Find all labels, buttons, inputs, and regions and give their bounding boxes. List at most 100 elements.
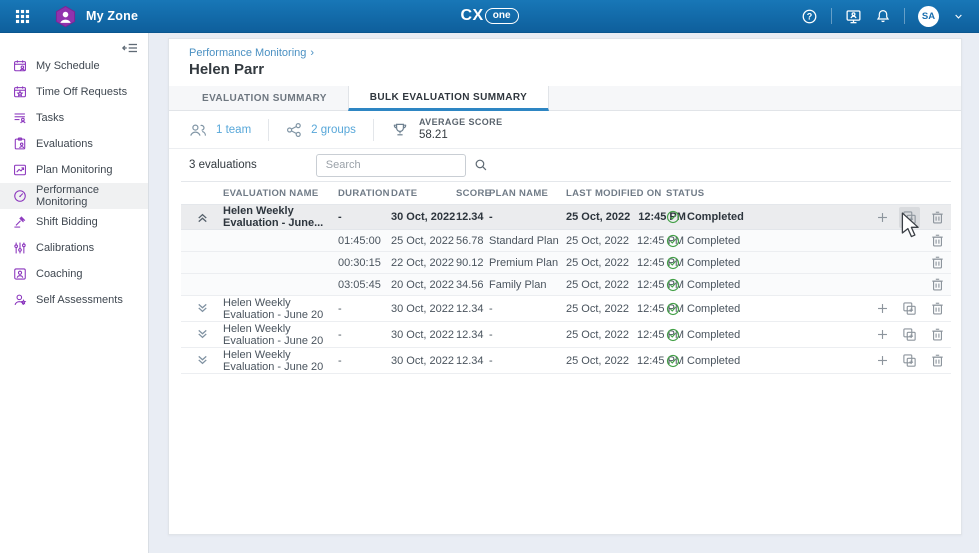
table-toolbar: 3 evaluations [189,149,941,181]
date-cell: 30 Oct, 2022 [391,329,456,341]
sidebar-item-label: Time Off Requests [36,86,127,98]
add-plus-icon[interactable] [876,328,889,341]
tasks-icon [13,111,27,125]
copy-icon[interactable] [899,207,920,228]
score-cell: 12.34 [456,329,489,341]
add-plus-icon[interactable] [876,354,889,367]
score-cell: 12.34 [456,303,489,315]
delete-trash-icon[interactable] [930,301,945,316]
breadcrumb-link[interactable]: Performance Monitoring [189,47,306,59]
delete-trash-icon[interactable] [930,233,945,248]
last-modified-cell: 25 Oct, 202212:45 PM [566,211,666,223]
app-title: My Zone [86,9,138,23]
add-plus-icon[interactable] [876,211,889,224]
delete-trash-icon[interactable] [930,210,945,225]
add-plus-icon[interactable] [876,302,889,315]
column-header-plan-name[interactable]: PLAN NAME [489,188,566,199]
sidebar-item-label: Coaching [36,268,82,280]
table-row[interactable]: 03:05:45 20 Oct, 2022 34.56 Family Plan … [181,274,951,296]
table-row[interactable]: Helen Weekly Evaluation - June 20 - 30 O… [181,296,951,322]
table-row[interactable]: 01:45:00 25 Oct, 2022 56.78 Standard Pla… [181,230,951,252]
duration-cell: - [338,355,391,367]
duration-cell: 00:30:15 [338,257,391,269]
collapse-sidebar-icon[interactable] [119,38,141,58]
main-content-card: Performance Monitoring › Helen Parr EVAL… [168,38,962,535]
table-row[interactable]: Helen Weekly Evaluation - June 20 - 30 O… [181,348,951,374]
notifications-bell-icon[interactable] [875,8,891,24]
trophy-icon [391,121,409,139]
self-assessments-icon [13,293,27,307]
status-cell: Completed [666,210,839,224]
delete-trash-icon[interactable] [930,353,945,368]
my-schedule-icon [13,59,27,73]
last-modified-cell: 25 Oct, 202212:45 PM [566,303,666,315]
status-badge: Completed [687,303,740,315]
table-row[interactable]: 00:30:15 22 Oct, 2022 90.12 Premium Plan… [181,252,951,274]
delete-trash-icon[interactable] [930,327,945,342]
team-people-icon [189,122,207,138]
app-launcher-button[interactable] [0,0,44,32]
score-cell: 12.34 [456,355,489,367]
sidebar-item-plan-monitoring[interactable]: Plan Monitoring [0,157,148,183]
average-score-stat: AVERAGE SCORE 58.21 [391,117,503,143]
status-completed-icon [666,328,680,342]
evaluations-icon [13,137,27,151]
status-cell: Completed [666,234,839,248]
collapse-row-chevrons-icon[interactable] [181,210,223,225]
groups-hierarchy-icon [286,122,302,138]
copy-icon[interactable] [902,353,917,368]
column-header-evaluation-name[interactable]: EVALUATION NAME [223,188,338,199]
sidebar-item-shift-bidding[interactable]: Shift Bidding [0,209,148,235]
status-cell: Completed [666,328,839,342]
delete-trash-icon[interactable] [930,255,945,270]
evaluation-name-cell: Helen Weekly Evaluation - June... [223,205,338,229]
sidebar-item-label: Evaluations [36,138,93,150]
expand-row-chevrons-icon[interactable] [181,301,223,316]
tab-bulk-evaluation-summary[interactable]: BULK EVALUATION SUMMARY [348,86,549,111]
sidebar-item-label: Self Assessments [36,294,123,306]
column-header-score[interactable]: SCORE [456,188,489,199]
last-modified-cell: 25 Oct, 202212:45 PM [566,257,666,269]
status-cell: Completed [666,354,839,368]
screen-share-icon[interactable] [845,8,862,25]
search-input[interactable] [317,159,474,171]
team-link[interactable]: 1 team [189,122,251,138]
sidebar-item-tasks[interactable]: Tasks [0,105,148,131]
date-cell: 30 Oct, 2022 [391,303,456,315]
tab-evaluation-summary[interactable]: EVALUATION SUMMARY [181,86,348,110]
date-cell: 30 Oct, 2022 [391,355,456,367]
avatar-chevron-down-icon[interactable] [952,10,965,23]
table-row[interactable]: Helen Weekly Evaluation - June 20 - 30 O… [181,322,951,348]
groups-link[interactable]: 2 groups [286,122,356,138]
delete-trash-icon[interactable] [930,277,945,292]
search-icon[interactable] [474,158,496,172]
breadcrumb[interactable]: Performance Monitoring › [189,47,314,59]
duration-cell: 03:05:45 [338,279,391,291]
user-avatar[interactable]: SA [918,6,939,27]
sidebar-item-calibrations[interactable]: Calibrations [0,235,148,261]
table-row[interactable]: Helen Weekly Evaluation - June... - 30 O… [181,205,951,230]
sidebar-item-time-off-requests[interactable]: Time Off Requests [0,79,148,105]
column-header-date[interactable]: DATE [391,188,456,199]
duration-cell: - [338,211,391,223]
sidebar-item-self-assessments[interactable]: Self Assessments [0,287,148,313]
column-header-status[interactable]: STATUS [666,188,839,199]
copy-icon[interactable] [902,301,917,316]
sidebar-item-evaluations[interactable]: Evaluations [0,131,148,157]
calibrations-icon [13,241,27,255]
sidebar-item-performance-monitoring[interactable]: Performance Monitoring [0,183,148,209]
help-icon[interactable] [801,8,818,25]
sidebar-item-label: Performance Monitoring [36,184,148,208]
status-completed-icon [666,256,680,270]
sidebar-item-coaching[interactable]: Coaching [0,261,148,287]
evaluations-count: 3 evaluations [189,159,257,171]
myzone-hexagon-icon [54,5,77,28]
copy-icon[interactable] [902,327,917,342]
plan-name-cell: Premium Plan [489,257,566,269]
column-header-last-modified-on[interactable]: LAST MODIFIED ON [566,188,666,199]
expand-row-chevrons-icon[interactable] [181,327,223,342]
search-box [316,154,466,177]
expand-row-chevrons-icon[interactable] [181,353,223,368]
column-header-duration[interactable]: DURATION [338,188,391,199]
plan-name-cell: Family Plan [489,279,566,291]
